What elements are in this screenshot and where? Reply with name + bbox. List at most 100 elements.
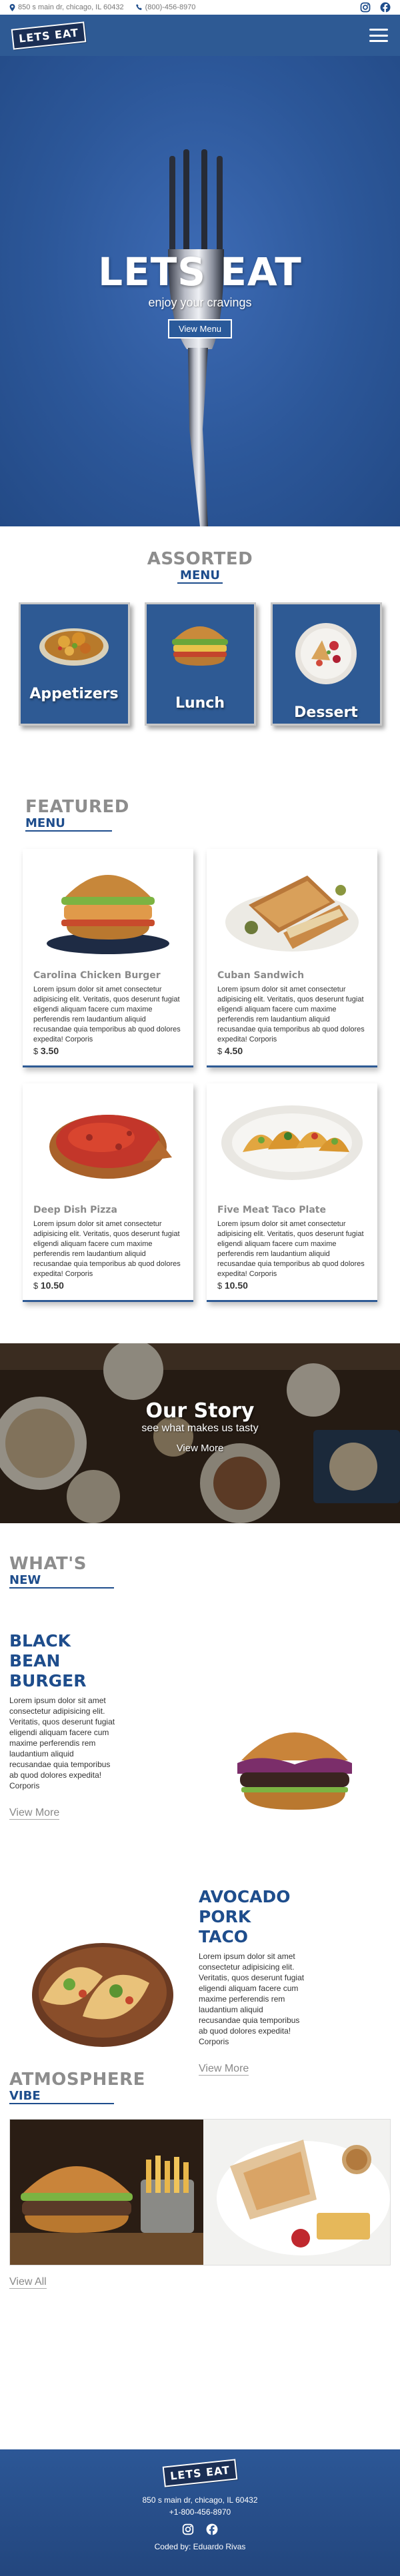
phone-icon <box>135 4 142 11</box>
deep-dish-pizza-image <box>49 1115 172 1179</box>
instagram-icon[interactable] <box>360 2 371 13</box>
chicken-burger-image <box>47 875 169 954</box>
top-social-links <box>360 2 391 13</box>
menu-item-description: Lorem ipsum dolor sit amet consectetur a… <box>33 1220 181 1278</box>
price-value: 3.50 <box>40 1045 59 1056</box>
menu-card[interactable]: Cuban Sandwich Lorem ipsum dolor sit ame… <box>207 849 377 1067</box>
wrap-fries-image <box>203 2120 390 2265</box>
appetizers-plate-icon <box>39 628 109 666</box>
hero-subtitle: enjoy your cravings <box>148 296 252 309</box>
burger-fries-image <box>10 2120 203 2265</box>
instagram-icon[interactable] <box>182 2523 194 2535</box>
menu-item-image <box>23 1083 193 1197</box>
category-label: Lunch <box>175 695 225 712</box>
whats-new-section: WHAT'S NEW BLACK BEAN BURGER Lorem ipsum… <box>0 1523 400 2076</box>
footer-logo[interactable]: LETS EAT <box>162 2459 238 2487</box>
map-pin-icon <box>9 3 15 11</box>
new-item-description: Lorem ipsum dolor sit amet consectetur a… <box>9 1696 115 1790</box>
phone-text: (800)-456-8970 <box>145 3 196 11</box>
view-more-link[interactable]: View More <box>199 2063 249 2076</box>
site-footer: LETS EAT 850 s main dr, chicago, IL 6043… <box>0 2449 400 2576</box>
currency-symbol: $ <box>217 1281 223 1291</box>
new-item-title: BLACK BEAN BURGER <box>9 1631 87 1690</box>
category-appetizers[interactable]: Appetizers <box>18 602 130 726</box>
menu-item-price: $ 10.50 <box>217 1280 248 1291</box>
section-title: WHAT'S <box>9 1554 87 1574</box>
menu-item-description: Lorem ipsum dolor sit amet consectetur a… <box>217 1220 365 1278</box>
new-item-avocado-pork-taco: AVOCADO PORK TACO Lorem ipsum dolor sit … <box>199 1887 305 2076</box>
new-item-description: Lorem ipsum dolor sit amet consectetur a… <box>199 1952 305 2046</box>
new-item-black-bean-burger: BLACK BEAN BURGER Lorem ipsum dolor sit … <box>9 1631 116 1820</box>
atmosphere-section: ATMOSPHERE VIBE View All <box>0 2070 400 2449</box>
price-value: 4.50 <box>224 1045 243 1056</box>
featured-heading: FEATURED MENU <box>25 797 375 832</box>
menu-card[interactable]: Deep Dish Pizza Lorem ipsum dolor sit am… <box>23 1083 193 1302</box>
menu-item-image <box>207 1083 377 1197</box>
menu-item-name: Carolina Chicken Burger <box>33 970 161 981</box>
view-more-link[interactable]: View More <box>9 1807 60 1820</box>
story-subtitle: see what makes us tasty <box>141 1423 259 1434</box>
hero-section: LETS EAT enjoy your cravings View Menu <box>0 56 400 526</box>
address-info: 850 s main dr, chicago, IL 60432 <box>9 3 124 11</box>
section-title: ASSORTED <box>147 549 253 569</box>
section-subtitle: VIBE <box>9 2090 114 2104</box>
avocado-pork-taco-image <box>32 1943 173 2047</box>
footer-credit: Coded by: Eduardo Rivas <box>154 2542 246 2551</box>
menu-item-price: $ 3.50 <box>33 1045 59 1056</box>
top-info-bar: 850 s main dr, chicago, IL 60432 (800)-4… <box>0 0 400 15</box>
new-item-title: AVOCADO PORK TACO <box>199 1887 291 1946</box>
taco-plate-image <box>221 1105 363 1180</box>
story-title: Our Story <box>145 1399 255 1423</box>
menu-item-price: $ 10.50 <box>33 1280 64 1291</box>
price-value: 10.50 <box>224 1280 248 1291</box>
hamburger-bar <box>369 34 388 37</box>
menu-item-description: Lorem ipsum dolor sit amet consectetur a… <box>217 985 365 1043</box>
assorted-menu-section: ASSORTED MENU Appetizers Lunch Dessert <box>0 526 400 766</box>
sandwich-icon <box>172 626 228 666</box>
menu-card[interactable]: Five Meat Taco Plate Lorem ipsum dolor s… <box>207 1083 377 1302</box>
currency-symbol: $ <box>33 1046 39 1056</box>
site-header: LETS EAT <box>0 15 400 56</box>
facebook-icon[interactable] <box>206 2523 218 2535</box>
hero-title: LETS EAT <box>98 249 302 295</box>
view-all-link[interactable]: View All <box>9 2276 47 2289</box>
hamburger-menu-icon[interactable] <box>369 29 388 42</box>
view-menu-button[interactable]: View Menu <box>167 319 233 338</box>
category-label: Appetizers <box>29 686 119 702</box>
category-lunch[interactable]: Lunch <box>144 602 256 726</box>
menu-item-name: Deep Dish Pizza <box>33 1205 117 1215</box>
phone-info: (800)-456-8970 <box>135 3 196 11</box>
our-story-section: Our Story see what makes us tasty View M… <box>0 1343 400 1523</box>
menu-item-image <box>23 849 193 962</box>
category-list: Appetizers Lunch Dessert <box>0 602 400 726</box>
section-subtitle: MENU <box>177 569 223 584</box>
section-subtitle: NEW <box>9 1574 115 1589</box>
menu-item-image <box>207 849 377 962</box>
hero-text: LETS EAT enjoy your cravings View Menu <box>0 249 400 338</box>
facebook-icon[interactable] <box>380 2 391 13</box>
footer-social-links <box>0 2523 400 2535</box>
section-subtitle: MENU <box>25 817 112 832</box>
menu-item-price: $ 4.50 <box>217 1045 243 1056</box>
menu-item-name: Cuban Sandwich <box>217 970 305 981</box>
currency-symbol: $ <box>217 1046 223 1056</box>
address-text: 850 s main dr, chicago, IL 60432 <box>18 3 124 11</box>
atmosphere-gallery <box>9 2119 391 2265</box>
hamburger-bar <box>369 29 388 31</box>
footer-phone: +1-800-456-8970 <box>169 2507 231 2517</box>
currency-symbol: $ <box>33 1281 39 1291</box>
story-text: Our Story see what makes us tasty View M… <box>0 1399 400 1455</box>
category-dessert[interactable]: Dessert <box>270 602 382 726</box>
site-logo[interactable]: LETS EAT <box>11 21 87 50</box>
menu-item-name: Five Meat Taco Plate <box>217 1205 326 1215</box>
story-view-more-link[interactable]: View More <box>177 1443 224 1454</box>
dessert-plate-icon <box>295 623 357 684</box>
assorted-heading: ASSORTED MENU <box>0 549 400 584</box>
cuban-sandwich-image <box>225 876 359 952</box>
black-bean-burger-image <box>237 1732 352 1810</box>
featured-menu-section: FEATURED MENU Carolina Chicken Burger Lo… <box>0 766 400 1302</box>
menu-card[interactable]: Carolina Chicken Burger Lorem ipsum dolo… <box>23 849 193 1067</box>
category-label: Dessert <box>294 704 358 721</box>
featured-card-grid: Carolina Chicken Burger Lorem ipsum dolo… <box>23 849 377 1302</box>
price-value: 10.50 <box>40 1280 64 1291</box>
